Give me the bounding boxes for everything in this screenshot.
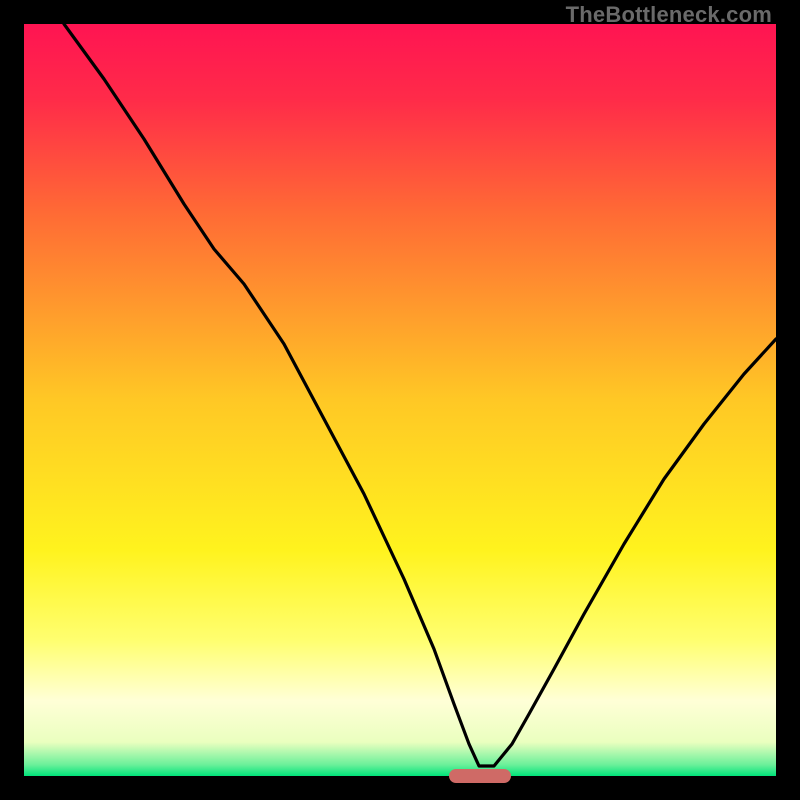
optimum-marker xyxy=(449,769,511,783)
gradient-background xyxy=(24,24,776,776)
plot-frame xyxy=(24,24,776,776)
watermark-text: TheBottleneck.com xyxy=(566,2,772,28)
